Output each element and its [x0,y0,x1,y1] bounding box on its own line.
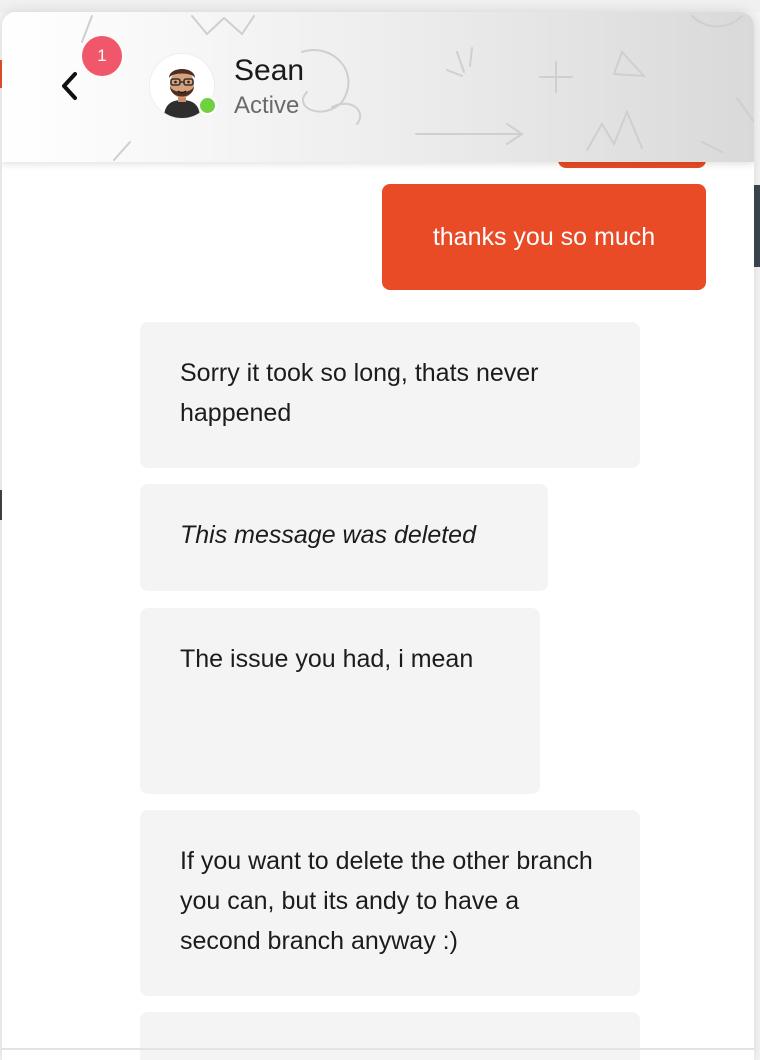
message-text: thanks you so much [432,223,656,251]
bottom-divider [2,1048,754,1050]
contact-name[interactable]: Sean [234,54,304,88]
chevron-left-icon [62,72,77,100]
message-text: Sorry it took so long, thats never happe… [180,359,539,427]
unread-count-badge: 1 [82,36,122,76]
deleted-message-text: This message was deleted [180,521,476,549]
back-button[interactable] [48,64,92,108]
message-bubble-outgoing: thanks you so much [382,184,706,290]
message-list[interactable]: thanks you so much Sorry it took so long… [2,12,754,1060]
background-scrollbar-edge [754,185,760,267]
message-text: If you want to delete the other branch y… [180,847,593,955]
chat-window: thanks you so much Sorry it took so long… [2,12,754,1060]
header-doodle-pattern [81,15,754,161]
deleted-message-bubble: This message was deleted [140,484,548,591]
background-top-bar [0,0,760,12]
contact-status: Active [234,92,300,119]
message-bubble-incoming-partial [140,1012,640,1060]
chat-header: 1 Sean Active [2,12,754,162]
contact-avatar-wrap[interactable] [150,54,217,118]
message-bubble-incoming: Sorry it took so long, thats never happe… [140,322,640,468]
message-text: The issue you had, i mean [180,645,474,673]
message-bubble-incoming: The issue you had, i mean [140,608,540,794]
online-status-dot [198,96,217,115]
unread-count: 1 [97,46,107,65]
message-bubble-incoming: If you want to delete the other branch y… [140,810,640,996]
